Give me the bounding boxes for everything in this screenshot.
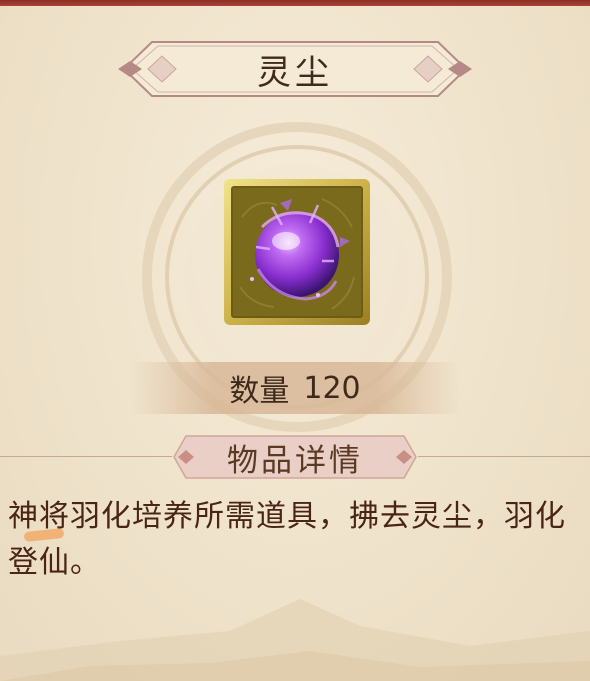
quantity-value: 120 <box>303 370 361 406</box>
top-border <box>0 0 590 6</box>
mountain-decoration <box>0 599 590 681</box>
item-title-banner: 灵尘 <box>118 36 472 102</box>
details-title: 物品详情 <box>227 442 363 479</box>
details-header: 物品详情 <box>0 432 590 482</box>
quantity-label: 数量 <box>229 374 290 409</box>
quantity-display: 数量 120 <box>130 362 460 414</box>
details-tag: 物品详情 <box>172 432 418 482</box>
divider-right <box>418 456 590 457</box>
item-description: 神将羽化培养所需道具，拂去灵尘，羽化登仙。 <box>8 499 566 580</box>
purple-orb-icon[interactable] <box>222 177 372 327</box>
item-name: 灵尘 <box>257 52 333 93</box>
divider-left <box>0 456 172 457</box>
